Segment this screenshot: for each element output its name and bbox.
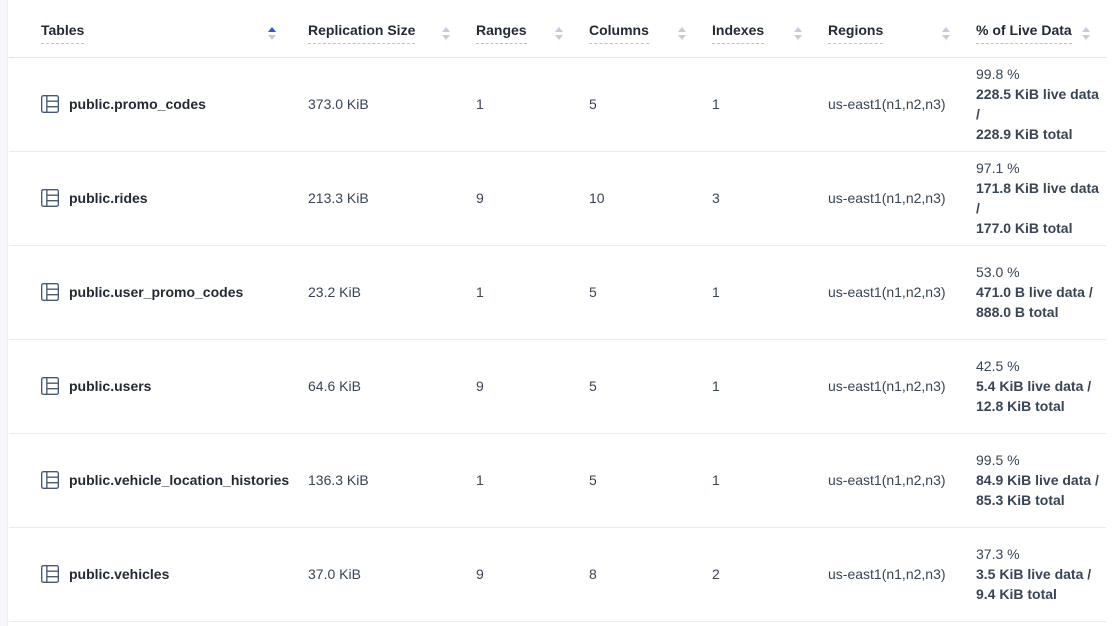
sort-asc-icon: [268, 27, 276, 40]
table-row: public.user_promo_codes 23.2 KiB 1 5 1 u…: [9, 245, 1106, 339]
table-header-row: Tables Replication Size Ranges Columns: [9, 10, 1106, 57]
sort-icon: [1082, 27, 1090, 40]
total-data-detail: 888.0 B total: [976, 302, 1106, 322]
live-data-detail: 84.9 KiB live data /: [976, 470, 1106, 490]
live-data-detail: 171.8 KiB live data /: [976, 178, 1106, 218]
column-label-ranges: Ranges: [476, 23, 527, 44]
column-header-tables[interactable]: Tables: [9, 10, 298, 57]
table-row: public.users 64.6 KiB 9 5 1 us-east1(n1,…: [9, 339, 1106, 433]
indexes-cell: 1: [702, 245, 818, 339]
live-data-detail: 471.0 B live data /: [976, 282, 1106, 302]
live-percent: 53.0 %: [976, 262, 1106, 282]
table-grid-icon: [41, 189, 59, 207]
regions-cell: us-east1(n1,n2,n3): [818, 151, 966, 245]
live-percent: 37.3 %: [976, 544, 1106, 564]
columns-cell: 5: [579, 339, 702, 433]
regions-cell: us-east1(n1,n2,n3): [818, 339, 966, 433]
column-header-indexes[interactable]: Indexes: [702, 10, 818, 57]
regions-cell: us-east1(n1,n2,n3): [818, 245, 966, 339]
live-data-cell: 99.5 % 84.9 KiB live data / 85.3 KiB tot…: [966, 433, 1106, 527]
column-label-tables: Tables: [41, 23, 84, 44]
column-label-pct-live-data: % of Live Data: [976, 23, 1072, 44]
live-percent: 42.5 %: [976, 356, 1106, 376]
replication-size-cell: 37.0 KiB: [298, 527, 466, 621]
live-data-cell: 97.1 % 171.8 KiB live data / 177.0 KiB t…: [966, 151, 1106, 245]
table-name-link[interactable]: public.promo_codes: [69, 96, 206, 112]
regions-cell: us-east1(n1,n2,n3): [818, 433, 966, 527]
table-row: public.vehicle_location_histories 136.3 …: [9, 433, 1106, 527]
total-data-detail: 9.4 KiB total: [976, 584, 1106, 604]
columns-cell: 5: [579, 245, 702, 339]
table-grid-icon: [41, 95, 59, 113]
live-data-cell: 42.5 % 5.4 KiB live data / 12.8 KiB tota…: [966, 339, 1106, 433]
live-data-detail: 228.5 KiB live data /: [976, 84, 1106, 124]
sort-icon: [678, 27, 686, 40]
indexes-cell: 3: [702, 151, 818, 245]
live-percent: 99.8 %: [976, 64, 1106, 84]
column-label-replication-size: Replication Size: [308, 23, 415, 44]
ranges-cell: 9: [466, 339, 579, 433]
replication-size-cell: 213.3 KiB: [298, 151, 466, 245]
table-grid-icon: [41, 283, 59, 301]
sort-icon: [942, 27, 950, 40]
replication-size-cell: 136.3 KiB: [298, 433, 466, 527]
live-percent: 97.1 %: [976, 158, 1106, 178]
live-data-cell: 99.8 % 228.5 KiB live data / 228.9 KiB t…: [966, 57, 1106, 151]
total-data-detail: 12.8 KiB total: [976, 396, 1106, 416]
live-data-cell: 53.0 % 471.0 B live data / 888.0 B total: [966, 245, 1106, 339]
table-name-link[interactable]: public.user_promo_codes: [69, 284, 243, 300]
column-header-columns[interactable]: Columns: [579, 10, 702, 57]
columns-cell: 10: [579, 151, 702, 245]
table-grid-icon: [41, 565, 59, 583]
table-grid-icon: [41, 471, 59, 489]
column-label-indexes: Indexes: [712, 23, 764, 44]
columns-cell: 8: [579, 527, 702, 621]
ranges-cell: 1: [466, 433, 579, 527]
table-row: public.rides 213.3 KiB 9 10 3 us-east1(n…: [9, 151, 1106, 245]
database-tables-table: Tables Replication Size Ranges Columns: [9, 10, 1106, 622]
column-header-pct-live-data[interactable]: % of Live Data: [966, 10, 1106, 57]
column-header-regions[interactable]: Regions: [818, 10, 966, 57]
table-row: public.vehicles 37.0 KiB 9 8 2 us-east1(…: [9, 527, 1106, 621]
tables-list: Tables Replication Size Ranges Columns: [9, 10, 1114, 622]
replication-size-cell: 23.2 KiB: [298, 245, 466, 339]
replication-size-cell: 64.6 KiB: [298, 339, 466, 433]
columns-cell: 5: [579, 433, 702, 527]
live-data-detail: 5.4 KiB live data /: [976, 376, 1106, 396]
column-header-replication-size[interactable]: Replication Size: [298, 10, 466, 57]
column-label-columns: Columns: [589, 23, 649, 44]
replication-size-cell: 373.0 KiB: [298, 57, 466, 151]
indexes-cell: 1: [702, 339, 818, 433]
live-data-detail: 3.5 KiB live data /: [976, 564, 1106, 584]
regions-cell: us-east1(n1,n2,n3): [818, 57, 966, 151]
live-percent: 99.5 %: [976, 450, 1106, 470]
sort-icon: [555, 27, 563, 40]
ranges-cell: 9: [466, 527, 579, 621]
indexes-cell: 1: [702, 57, 818, 151]
sort-icon: [794, 27, 802, 40]
regions-cell: us-east1(n1,n2,n3): [818, 527, 966, 621]
sort-icon: [442, 27, 450, 40]
table-name-link[interactable]: public.users: [69, 378, 151, 394]
total-data-detail: 228.9 KiB total: [976, 124, 1106, 144]
ranges-cell: 1: [466, 57, 579, 151]
total-data-detail: 177.0 KiB total: [976, 218, 1106, 238]
page-left-gutter: [0, 0, 8, 626]
column-header-ranges[interactable]: Ranges: [466, 10, 579, 57]
indexes-cell: 1: [702, 433, 818, 527]
table-name-link[interactable]: public.rides: [69, 190, 148, 206]
table-name-link[interactable]: public.vehicles: [69, 566, 169, 582]
table-grid-icon: [41, 377, 59, 395]
ranges-cell: 9: [466, 151, 579, 245]
live-data-cell: 37.3 % 3.5 KiB live data / 9.4 KiB total: [966, 527, 1106, 621]
total-data-detail: 85.3 KiB total: [976, 490, 1106, 510]
columns-cell: 5: [579, 57, 702, 151]
ranges-cell: 1: [466, 245, 579, 339]
table-name-link[interactable]: public.vehicle_location_histories: [69, 472, 289, 488]
table-row: public.promo_codes 373.0 KiB 1 5 1 us-ea…: [9, 57, 1106, 151]
column-label-regions: Regions: [828, 23, 883, 44]
indexes-cell: 2: [702, 527, 818, 621]
